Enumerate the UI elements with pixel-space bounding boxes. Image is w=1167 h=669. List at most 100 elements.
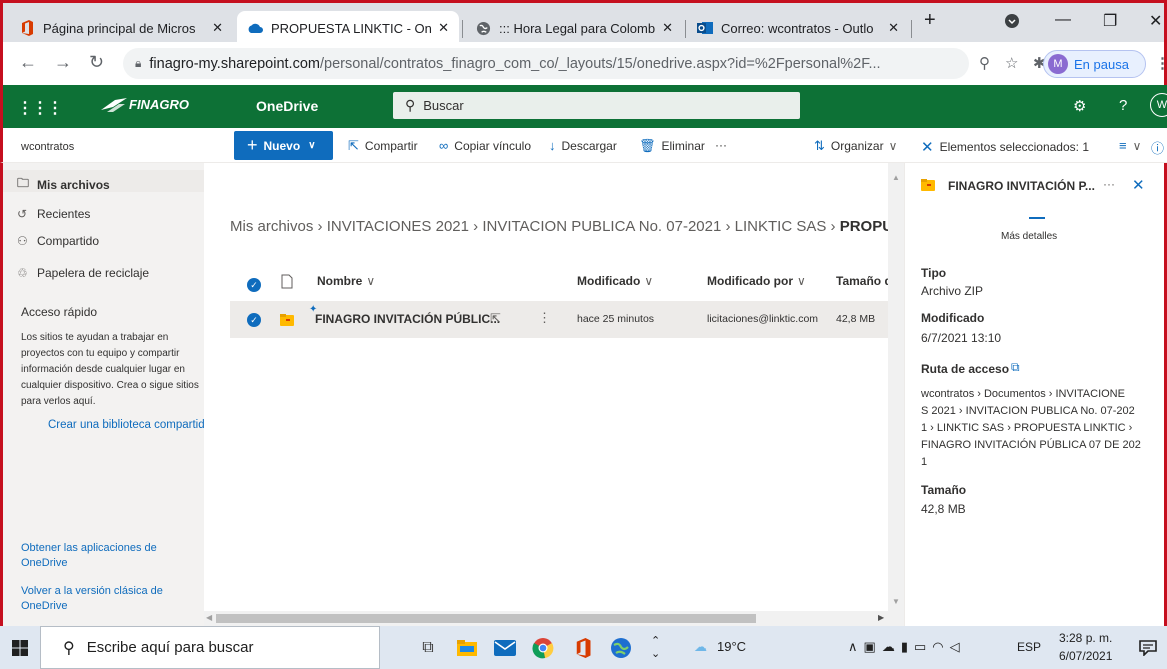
scroll-left-icon[interactable]: ◀ xyxy=(206,613,212,622)
url-host: finagro-my.sharepoint.com xyxy=(149,55,320,72)
scrollbar-thumb[interactable] xyxy=(216,614,756,623)
sort-button[interactable]: ⇅ Organizar ∨ xyxy=(814,138,897,154)
close-tab-icon[interactable]: ✕ xyxy=(662,20,673,36)
task-view-icon[interactable]: ⧉ xyxy=(415,635,441,661)
taskbar-search-input[interactable]: ⚲ Escribe aquí para buscar xyxy=(40,626,380,669)
copy-link-button[interactable]: ∞ Copiar vínculo xyxy=(439,138,531,153)
more-details-link[interactable]: Más detalles xyxy=(1001,231,1057,242)
breadcrumb-item[interactable]: Mis archivos xyxy=(230,218,313,235)
scroll-up-icon[interactable]: ▲ xyxy=(892,173,900,182)
device-icon[interactable]: ▣ xyxy=(864,639,882,654)
tab-hora-legal[interactable]: ::: Hora Legal para Colomb ✕ xyxy=(465,11,683,45)
bookmark-star-icon[interactable]: ☆ xyxy=(1005,54,1018,72)
nav-item-shared[interactable]: ⚇ Compartido xyxy=(17,234,99,248)
settings-gear-icon[interactable]: ⚙ xyxy=(1073,97,1086,115)
more-actions-icon[interactable]: ··· xyxy=(1103,177,1115,191)
search-input[interactable]: ⚲ Buscar xyxy=(393,92,800,119)
battery-icon[interactable]: ▭ xyxy=(914,639,932,654)
column-header-modified-by[interactable]: Modificado por ∨ xyxy=(707,274,806,288)
breadcrumb-item[interactable]: INVITACION PUBLICA No. 07-2021 xyxy=(482,218,721,235)
system-tray-icons[interactable]: ∧▣☁▮▭◠◁ xyxy=(848,639,966,655)
language-indicator[interactable]: ESP xyxy=(1017,640,1041,654)
speaker-icon[interactable]: ◁ xyxy=(950,639,966,654)
notifications-icon[interactable] xyxy=(1135,635,1161,661)
vertical-scrollbar[interactable]: ▲ ▼ xyxy=(888,163,904,626)
weather-widget[interactable]: ☁︎ 19°C xyxy=(694,639,746,655)
close-tab-icon[interactable]: ✕ xyxy=(212,20,223,36)
chrome-icon[interactable] xyxy=(530,635,556,661)
reload-icon[interactable]: ↻ xyxy=(89,52,104,73)
nav-item-my-files[interactable]: 🗀︎ Mis archivos xyxy=(17,174,110,195)
clear-selection-icon[interactable]: ✕ xyxy=(921,138,934,156)
microphone-icon[interactable]: ▮ xyxy=(901,639,914,654)
info-pane-button[interactable]: ⓘ xyxy=(1151,138,1167,157)
clock-date[interactable]: 6/07/2021 xyxy=(1059,649,1112,663)
help-icon[interactable]: ? xyxy=(1119,97,1127,114)
type-value: Archivo ZIP xyxy=(921,284,984,298)
zoom-icon[interactable]: ⚲ xyxy=(979,54,990,72)
office-icon[interactable] xyxy=(570,635,596,661)
share-button[interactable]: ⇱ Compartir xyxy=(348,138,418,154)
row-checkbox[interactable]: ✓ xyxy=(247,313,261,327)
more-actions-icon[interactable]: ⋮ xyxy=(538,310,551,326)
windows-start-icon[interactable] xyxy=(12,640,28,659)
nav-item-recycle-bin[interactable]: ♲ Papelera de reciclaje xyxy=(17,266,149,280)
profile-button[interactable]: M En pausa xyxy=(1043,50,1146,78)
clock-time[interactable]: 3:28 p. m. xyxy=(1059,631,1112,645)
chevron-up-icon[interactable]: ∧ xyxy=(848,639,864,654)
wifi-icon[interactable]: ◠ xyxy=(932,639,949,654)
tab-outlook[interactable]: Correo: wcontratos - Outlo ✕ xyxy=(687,11,909,45)
tab-microsoft-home[interactable]: Página principal de Micros ✕ xyxy=(9,11,233,45)
browser-menu-icon[interactable]: ⋮ xyxy=(1155,54,1167,72)
scroll-right-icon[interactable]: ▶ xyxy=(878,613,884,622)
forward-arrow-icon[interactable]: → xyxy=(54,52,72,73)
breadcrumb-item[interactable]: INVITACIONES 2021 xyxy=(327,218,469,235)
selection-count[interactable]: ✕ Elementos seleccionados: 1 xyxy=(921,138,1089,156)
scroll-down-icon[interactable]: ▼ xyxy=(892,597,900,606)
copy-link-label: Copiar vínculo xyxy=(454,138,531,153)
breadcrumb-item[interactable]: LINKTIC SAS xyxy=(735,218,827,235)
column-header-modified[interactable]: Modificado ∨ xyxy=(577,274,653,288)
delete-button[interactable]: 🗑︎ Eliminar xyxy=(639,138,705,154)
chevron-down-icon: ∨ xyxy=(366,274,376,288)
close-window-icon[interactable]: ✕ xyxy=(1149,11,1162,31)
create-library-link[interactable]: Crear una biblioteca compartida xyxy=(48,419,205,431)
app-name[interactable]: OneDrive xyxy=(256,98,318,114)
file-name-link[interactable]: FINAGRO INVITACIÓN PÚBLIC... xyxy=(315,312,500,326)
view-options-button[interactable]: ≡ ∨ xyxy=(1119,138,1141,153)
breadcrumb-current: PROPUESTA LINKTIC xyxy=(839,218,890,235)
column-header-name[interactable]: Nombre ∨ xyxy=(317,274,375,288)
file-explorer-icon[interactable] xyxy=(454,635,480,661)
more-commands-button[interactable]: ··· xyxy=(715,138,727,152)
close-pane-icon[interactable]: ✕ xyxy=(1132,176,1145,194)
get-apps-link[interactable]: Obtener las aplicaciones de OneDrive xyxy=(21,541,201,571)
maximize-icon[interactable]: ❐ xyxy=(1103,11,1117,31)
mail-icon[interactable] xyxy=(492,635,518,661)
copy-icon[interactable]: ⧉ xyxy=(1011,360,1020,375)
classic-view-link[interactable]: Volver a la versión clásica de OneDrive xyxy=(21,584,201,614)
lock-icon: 🔒︎ xyxy=(135,56,142,70)
column-header-size[interactable]: Tamaño de archivo xyxy=(836,274,888,288)
app-launcher-icon[interactable]: ⋮⋮⋮ xyxy=(17,98,63,118)
browser-globe-icon[interactable] xyxy=(608,635,634,661)
minimize-icon[interactable]: — xyxy=(1055,11,1071,29)
nav-item-recent[interactable]: ↺ Recientes xyxy=(17,207,90,221)
close-tab-icon[interactable]: ✕ xyxy=(438,20,449,36)
back-arrow-icon[interactable]: ← xyxy=(19,52,37,73)
show-hidden-icons-icon[interactable]: ⌃ ⌄ xyxy=(651,634,660,660)
profile-menu-icon[interactable] xyxy=(1005,14,1019,33)
cloud-sync-icon[interactable]: ☁ xyxy=(882,639,901,654)
new-tab-button[interactable]: + xyxy=(924,9,936,32)
download-button[interactable]: ↓ Descargar xyxy=(549,138,617,153)
quick-access-heading: Acceso rápido xyxy=(21,305,98,319)
close-tab-icon[interactable]: ✕ xyxy=(888,20,899,36)
share-icon[interactable]: ⇱ xyxy=(490,311,501,327)
account-avatar[interactable]: W xyxy=(1150,93,1167,117)
tab-onedrive[interactable]: PROPUESTA LINKTIC - One ✕ xyxy=(237,11,459,45)
horizontal-scrollbar[interactable]: ◀ ▶ xyxy=(204,611,888,626)
table-row[interactable]: ✓ ✦ FINAGRO INVITACIÓN PÚBLIC... ⇱ ⋮ hac… xyxy=(230,301,888,338)
new-button[interactable]: + Nuevo ∨ xyxy=(234,131,333,160)
select-all-checkbox[interactable]: ✓ xyxy=(247,278,261,292)
address-bar[interactable]: 🔒︎ finagro-my.sharepoint.com/personal/co… xyxy=(123,48,969,79)
brand-logo[interactable]: FINAGRO xyxy=(101,97,189,112)
